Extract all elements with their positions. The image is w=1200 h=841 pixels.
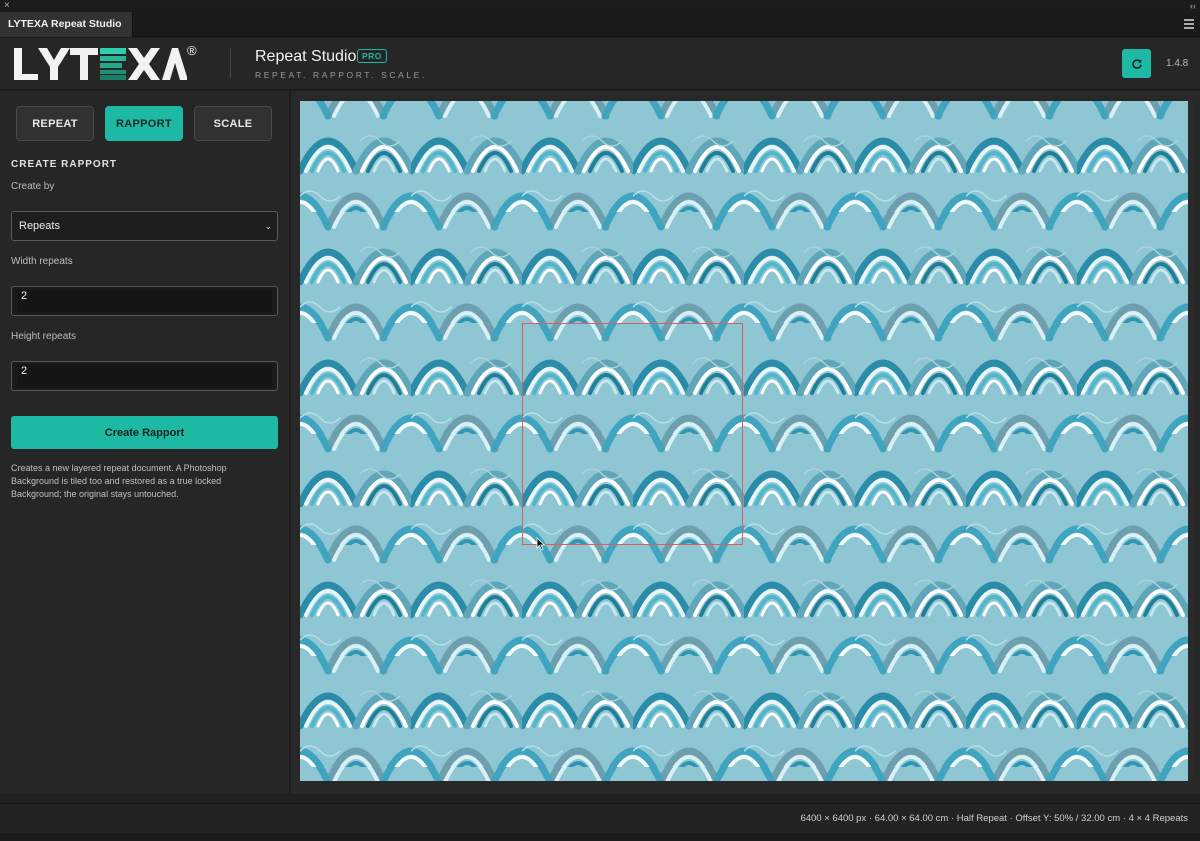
refresh-button[interactable]	[1122, 49, 1151, 78]
status-text: 6400 × 6400 px · 64.00 × 64.00 cm · Half…	[800, 813, 1188, 824]
height-repeats-value: 2	[21, 365, 28, 377]
marbled-pattern	[300, 101, 1188, 781]
width-repeats-label: Width repeats	[11, 256, 73, 267]
status-bar: 6400 × 6400 px · 64.00 × 64.00 cm · Half…	[0, 803, 1200, 833]
mouse-cursor-icon	[536, 537, 546, 551]
create-by-value: Repeats	[19, 220, 60, 232]
repeat-mode-button[interactable]: REPEAT	[16, 106, 94, 141]
height-repeats-label: Height repeats	[11, 331, 77, 342]
create-rapport-button[interactable]: Create Rapport	[11, 416, 278, 449]
pro-badge: PRO	[357, 49, 387, 63]
section-title: CREATE RAPPORT	[11, 159, 118, 170]
tagline: REPEAT. RAPPORT. SCALE.	[255, 70, 427, 80]
title-strip: × ‹‹	[0, 0, 1200, 12]
help-text: Creates a new layered repeat document. A…	[11, 463, 227, 499]
collapse-icon[interactable]: ‹‹	[1190, 0, 1196, 12]
width-repeats-value: 2	[21, 290, 28, 302]
canvas-scrollbar[interactable]	[1188, 101, 1194, 781]
app-title: Repeat Studio	[255, 48, 357, 65]
scale-mode-button[interactable]: SCALE	[194, 106, 272, 141]
sidebar-panel: REPEAT RAPPORT SCALE CREATE RAPPORT Crea…	[0, 91, 290, 794]
panel-tab[interactable]: LYTEXA Repeat Studio Pro	[0, 12, 133, 55]
width-repeats-input[interactable]: 2	[11, 286, 278, 316]
lytexa-logo	[14, 48, 187, 80]
create-by-label: Create by	[11, 181, 55, 192]
canvas-area	[291, 91, 1200, 794]
chevron-down-icon: ⌄	[264, 221, 272, 231]
panel-gap	[0, 794, 1200, 803]
refresh-icon	[1131, 58, 1142, 69]
app-header: ® Repeat Studio PRO REPEAT. RAPPORT. SCA…	[0, 38, 1200, 90]
create-by-select[interactable]: Repeats ⌄	[11, 211, 278, 241]
pattern-canvas[interactable]	[300, 101, 1188, 781]
header-divider	[230, 48, 231, 78]
version-label: 1.4.8	[1166, 58, 1189, 69]
close-icon[interactable]: ×	[4, 0, 10, 12]
rapport-outline	[522, 323, 743, 545]
rapport-mode-button[interactable]: RAPPORT	[105, 106, 183, 141]
panel-menu-icon[interactable]	[1184, 19, 1194, 29]
panel-tab-bar: LYTEXA Repeat Studio Pro	[0, 12, 1200, 55]
registered-mark: ®	[187, 43, 197, 58]
height-repeats-input[interactable]: 2	[11, 361, 278, 391]
bottom-strip	[0, 833, 1200, 841]
